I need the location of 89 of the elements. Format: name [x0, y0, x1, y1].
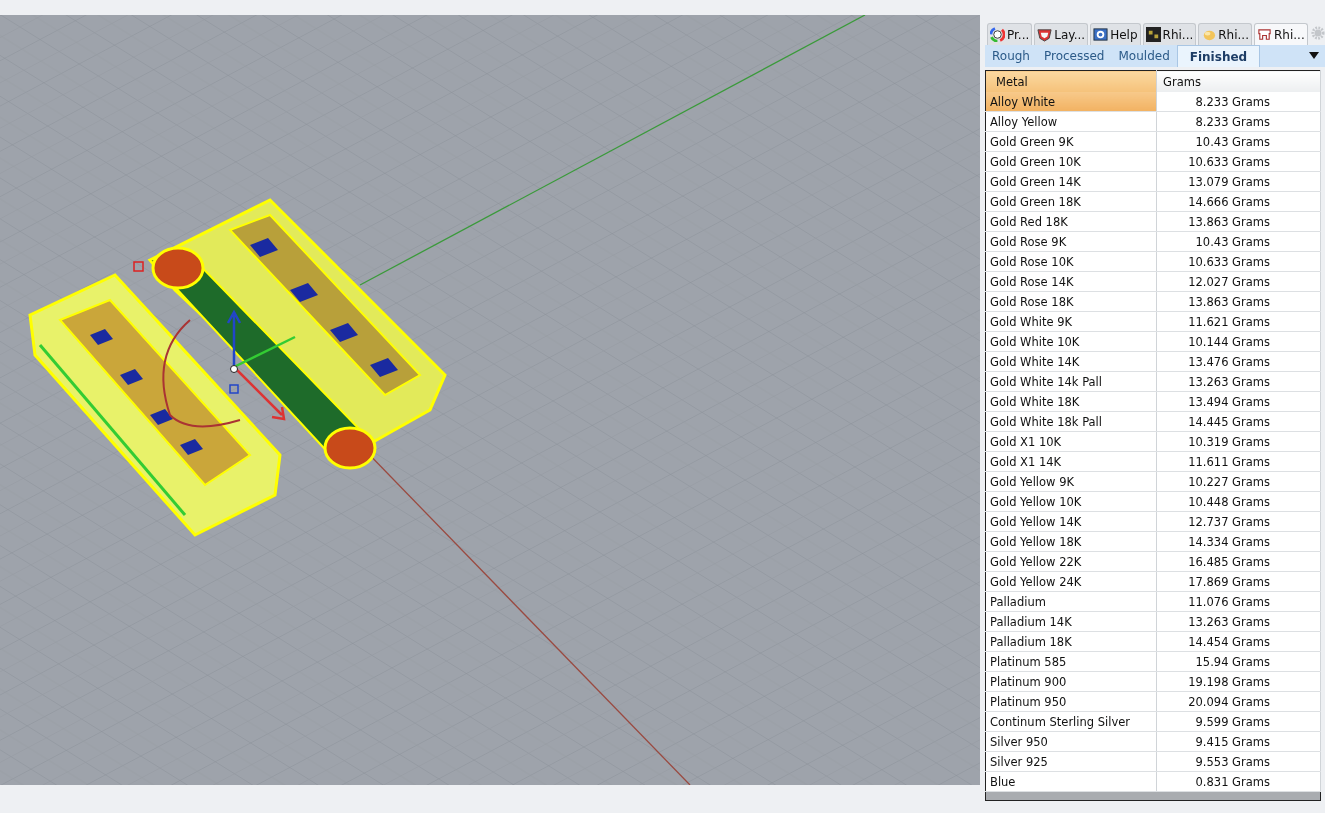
grams-cell: 20.094 Grams: [1156, 691, 1321, 712]
stage-tab[interactable]: Processed: [1036, 45, 1112, 67]
tooth-icon: [1257, 27, 1272, 42]
grams-cell: 10.633 Grams: [1156, 251, 1321, 272]
grams-cell: 12.737 Grams: [1156, 511, 1321, 532]
panel-tab[interactable]: Rhi...: [1198, 23, 1252, 45]
panel-tab[interactable]: Lay...: [1034, 23, 1089, 45]
panel-tab[interactable]: Rhi...: [1142, 23, 1197, 45]
column-header[interactable]: Grams: [1156, 70, 1321, 92]
metal-cell[interactable]: Gold Green 10K: [985, 151, 1157, 172]
metal-cell[interactable]: Gold Yellow 10K: [985, 491, 1157, 512]
grams-cell: 11.076 Grams: [1156, 591, 1321, 612]
metal-cell[interactable]: Gold Green 18K: [985, 191, 1157, 212]
grams-cell: 13.263 Grams: [1156, 371, 1321, 392]
metal-cell[interactable]: Gold Rose 9K: [985, 231, 1157, 252]
metal-cell[interactable]: Palladium: [985, 591, 1157, 612]
metal-cell[interactable]: Gold White 9K: [985, 311, 1157, 332]
grams-cell: 11.621 Grams: [1156, 311, 1321, 332]
panel-tab[interactable]: Rhi...: [1254, 23, 1308, 45]
plugin-icon: [1145, 27, 1161, 42]
metal-cell[interactable]: Gold White 14k Pall: [985, 371, 1157, 392]
grams-cell: 10.448 Grams: [1156, 491, 1321, 512]
grams-cell: 15.94 Grams: [1156, 651, 1321, 672]
metal-cell[interactable]: Silver 950: [985, 731, 1157, 752]
grams-cell: 16.485 Grams: [1156, 551, 1321, 572]
layers-icon: [1037, 27, 1053, 42]
grams-cell: 0.831 Grams: [1156, 771, 1321, 792]
metal-cell[interactable]: Gold Rose 10K: [985, 251, 1157, 272]
grams-cell: 13.079 Grams: [1156, 171, 1321, 192]
grams-cell: 19.198 Grams: [1156, 671, 1321, 692]
metal-cell[interactable]: Alloy White: [985, 92, 1157, 112]
grams-cell: 14.666 Grams: [1156, 191, 1321, 212]
metal-cell[interactable]: Gold Red 18K: [985, 211, 1157, 232]
dropdown-caret-icon[interactable]: [1309, 52, 1319, 60]
grams-cell: 12.027 Grams: [1156, 271, 1321, 292]
panel-tab[interactable]: Pr...: [987, 23, 1033, 45]
grams-cell: 10.43 Grams: [1156, 131, 1321, 152]
metal-cell[interactable]: Palladium 18K: [985, 631, 1157, 652]
metal-cell[interactable]: Alloy Yellow: [985, 111, 1157, 132]
grams-cell: 14.445 Grams: [1156, 411, 1321, 432]
help-icon: [1093, 27, 1109, 42]
stage-tab[interactable]: Moulded: [1111, 45, 1177, 67]
grams-cell: 13.476 Grams: [1156, 351, 1321, 372]
panel-tab[interactable]: Help: [1090, 23, 1141, 45]
grams-cell: 13.494 Grams: [1156, 391, 1321, 412]
grams-cell: 8.233 Grams: [1156, 111, 1321, 132]
metal-cell[interactable]: Platinum 585: [985, 651, 1157, 672]
grams-cell: 13.863 Grams: [1156, 211, 1321, 232]
metal-cell[interactable]: Blue: [985, 771, 1157, 792]
grams-cell: 11.611 Grams: [1156, 451, 1321, 472]
grams-cell: 9.599 Grams: [1156, 711, 1321, 732]
grams-cell: 9.553 Grams: [1156, 751, 1321, 772]
metal-cell[interactable]: Gold White 10K: [985, 331, 1157, 352]
grams-cell: 14.334 Grams: [1156, 531, 1321, 552]
metal-cell[interactable]: Gold Yellow 24K: [985, 571, 1157, 592]
metal-cell[interactable]: Gold Yellow 18K: [985, 531, 1157, 552]
grams-cell: 10.43 Grams: [1156, 231, 1321, 252]
column-header[interactable]: Metal: [985, 70, 1157, 92]
scrollbar[interactable]: [985, 792, 1321, 801]
grams-cell: 10.227 Grams: [1156, 471, 1321, 492]
metal-cell[interactable]: Gold Green 9K: [985, 131, 1157, 152]
stage-tab[interactable]: Rough: [985, 45, 1037, 67]
metal-cell[interactable]: Gold X1 10K: [985, 431, 1157, 452]
grams-cell: 10.633 Grams: [1156, 151, 1321, 172]
metal-cell[interactable]: Platinum 900: [985, 671, 1157, 692]
metal-cell[interactable]: Silver 925: [985, 751, 1157, 772]
grams-cell: 10.144 Grams: [1156, 331, 1321, 352]
metal-cell[interactable]: Gold White 18K: [985, 391, 1157, 412]
metal-cell[interactable]: Gold X1 14K: [985, 451, 1157, 472]
grams-cell: 13.263 Grams: [1156, 611, 1321, 632]
color-wheel-icon: [990, 27, 1005, 42]
metal-cell[interactable]: Continum Sterling Silver: [985, 711, 1157, 732]
metal-cell[interactable]: Gold White 14K: [985, 351, 1157, 372]
stage-tab[interactable]: Finished: [1176, 45, 1261, 67]
grams-cell: 8.233 Grams: [1156, 92, 1321, 112]
metal-cell[interactable]: Palladium 14K: [985, 611, 1157, 632]
grams-cell: 13.863 Grams: [1156, 291, 1321, 312]
metal-cell[interactable]: Gold Yellow 22K: [985, 551, 1157, 572]
metal-cell[interactable]: Gold White 18k Pall: [985, 411, 1157, 432]
metal-cell[interactable]: Platinum 950: [985, 691, 1157, 712]
metal-cell[interactable]: Gold Rose 14K: [985, 271, 1157, 292]
grams-cell: 9.415 Grams: [1156, 731, 1321, 752]
metal-cell[interactable]: Gold Rose 18K: [985, 291, 1157, 312]
grams-cell: 17.869 Grams: [1156, 571, 1321, 592]
metal-cell[interactable]: Gold Yellow 9K: [985, 471, 1157, 492]
metal-cell[interactable]: Gold Yellow 14K: [985, 511, 1157, 532]
grams-cell: 14.454 Grams: [1156, 631, 1321, 652]
grams-cell: 10.319 Grams: [1156, 431, 1321, 452]
metal-cell[interactable]: Gold Green 14K: [985, 171, 1157, 192]
